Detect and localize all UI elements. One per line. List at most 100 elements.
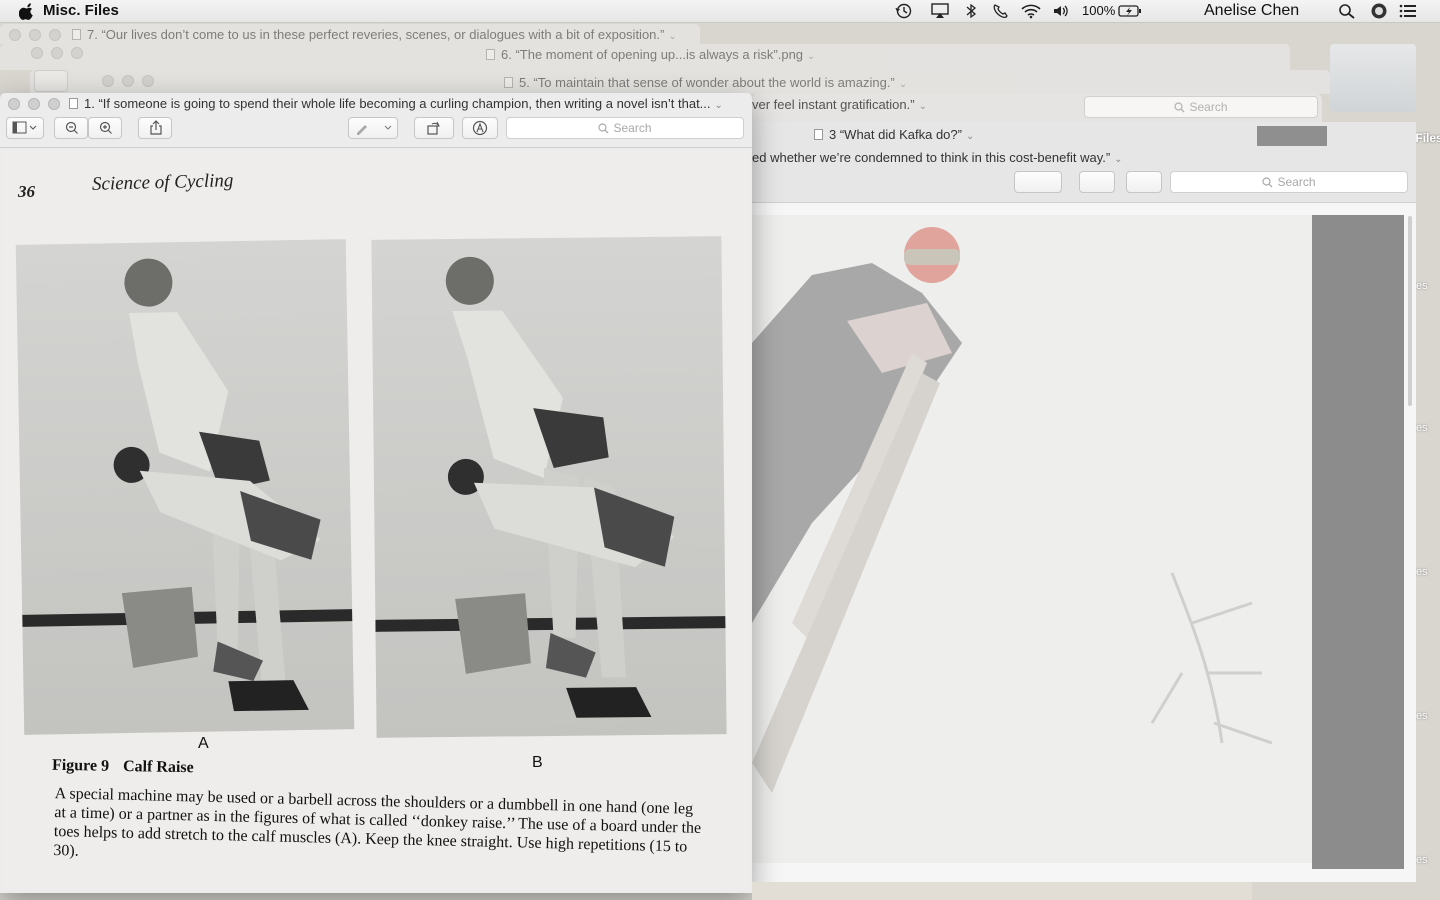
document-canvas — [752, 202, 1416, 882]
pen-icon — [357, 125, 392, 135]
search-field[interactable]: Search — [1170, 171, 1408, 193]
preview-window-6[interactable]: 6. “The moment of opening up...is always… — [0, 44, 1290, 70]
chevron-down-icon[interactable]: ⌄ — [1114, 154, 1122, 165]
zoom-button[interactable] — [142, 75, 154, 87]
document-icon — [69, 98, 78, 109]
search-field[interactable]: Search — [1084, 96, 1318, 118]
ski-jumper-photo — [752, 215, 1404, 869]
sidebar-toggle-button[interactable] — [34, 70, 68, 92]
figure-photo-a — [15, 239, 355, 735]
book-page: 36 Science of Cycling A B Figure 9 Calf … — [4, 150, 748, 890]
battery-charging-icon[interactable] — [1118, 3, 1142, 19]
zoom-out-icon — [65, 121, 78, 134]
spotlight-search-icon[interactable] — [1338, 3, 1356, 19]
figure-caption: Figure 9 Calf Raise — [52, 757, 194, 777]
document-icon — [486, 49, 495, 60]
search-icon — [1262, 177, 1273, 188]
user-name[interactable]: Anelise Chen — [1204, 2, 1299, 20]
volume-icon[interactable] — [1052, 3, 1070, 19]
window-title: 5. “To maintain that sense of wonder abo… — [519, 75, 895, 90]
minimize-button[interactable] — [51, 47, 63, 59]
minimize-button[interactable] — [122, 75, 134, 87]
rotate-icon — [427, 121, 440, 135]
background-window-edge — [752, 882, 1252, 900]
chevron-down-icon[interactable]: ⌄ — [966, 131, 974, 142]
apple-logo-icon[interactable] — [19, 2, 35, 20]
body-paragraph: A special machine may be used or a barbe… — [53, 785, 702, 860]
desktop-label-fragment: es — [1416, 710, 1428, 722]
preview-window-2[interactable]: 3 “What did Kafka do?” ⌄ ed whether we’re… — [752, 122, 1416, 882]
preview-window-4[interactable]: ver feel instant gratification.” ⌄ Search — [752, 94, 1322, 122]
zoom-out-button[interactable] — [54, 117, 88, 139]
markup-pen-button[interactable] — [348, 117, 398, 139]
search-placeholder: Search — [1277, 175, 1316, 189]
desktop-label-fragment: es — [1416, 566, 1428, 578]
markup-pen-button[interactable] — [1014, 171, 1062, 193]
window-title: 6. “The moment of opening up...is always… — [501, 47, 804, 62]
search-placeholder: Search — [613, 121, 652, 135]
wifi-icon[interactable] — [1021, 3, 1041, 19]
figure-title: Calf Raise — [122, 758, 194, 777]
window-title: 7. “Our lives don’t come to us in these … — [87, 27, 665, 42]
window-title: ver feel instant gratification.” — [752, 97, 915, 112]
minimize-button[interactable] — [28, 98, 40, 110]
zoom-button[interactable] — [71, 47, 83, 59]
close-button[interactable] — [9, 29, 21, 41]
desktop-label-fragment: es — [1416, 422, 1428, 434]
phone-icon[interactable] — [991, 3, 1009, 19]
preview-window-5[interactable]: 5. “To maintain that sense of wonder abo… — [30, 70, 1330, 94]
document-icon — [814, 129, 823, 140]
annotate-button[interactable] — [1126, 171, 1162, 193]
bluetooth-icon[interactable] — [962, 3, 980, 19]
desktop-label-fragment: es — [1416, 280, 1428, 292]
rotate-button[interactable] — [414, 117, 454, 139]
app-name[interactable]: Misc. Files — [43, 2, 119, 19]
preview-window-7[interactable]: 7. “Our lives don’t come to us in these … — [0, 24, 700, 44]
markup-toolbar-button[interactable] — [462, 117, 498, 139]
chevron-down-icon[interactable]: ⌄ — [668, 31, 676, 42]
document-icon — [504, 77, 513, 88]
zoom-in-icon — [99, 121, 112, 134]
window-edge — [1257, 126, 1327, 146]
zoom-button[interactable] — [49, 29, 61, 41]
zoom-in-button[interactable] — [88, 117, 122, 139]
zoom-button[interactable] — [48, 98, 60, 110]
sidebar-toggle-button[interactable] — [6, 117, 44, 139]
sidebar-icon — [12, 121, 37, 134]
close-button[interactable] — [8, 98, 20, 110]
search-field[interactable]: Search — [506, 117, 744, 139]
share-icon — [150, 120, 162, 135]
figure-number: Figure 9 — [51, 756, 110, 775]
menu-bar: Misc. Files 100% Anelise Chen — [0, 0, 1440, 23]
document-icon — [72, 29, 81, 40]
scrollbar[interactable] — [1408, 216, 1412, 406]
figure-label-b: B — [532, 754, 543, 771]
search-placeholder: Search — [1189, 100, 1228, 114]
notification-center-icon[interactable] — [1399, 3, 1417, 19]
airplay-icon[interactable] — [931, 3, 949, 19]
search-icon — [1174, 102, 1185, 113]
window-title-2: ed whether we’re condemned to think in t… — [752, 150, 1111, 165]
figure-photo-b — [371, 236, 727, 738]
time-machine-icon[interactable] — [895, 3, 913, 19]
share-button[interactable] — [138, 117, 172, 139]
desktop-label-fragment: es — [1416, 854, 1428, 866]
page-number: 36 — [18, 182, 35, 201]
siri-icon[interactable] — [1370, 3, 1388, 19]
annotate-icon — [472, 120, 488, 136]
chevron-down-icon[interactable]: ⌄ — [899, 79, 907, 90]
close-button[interactable] — [31, 47, 43, 59]
chevron-down-icon[interactable]: ⌄ — [919, 101, 927, 112]
figure-label-a: A — [198, 735, 209, 752]
search-icon — [598, 123, 609, 134]
battery-percentage[interactable]: 100% — [1082, 3, 1115, 18]
window-title-3: 3 “What did Kafka do?” — [829, 127, 962, 142]
close-button[interactable] — [102, 75, 114, 87]
minimize-button[interactable] — [29, 29, 41, 41]
window-title: 1. “If someone is going to spend their w… — [84, 96, 711, 111]
chevron-down-icon[interactable]: ⌄ — [807, 51, 815, 62]
chevron-down-icon[interactable]: ⌄ — [715, 100, 723, 111]
desktop-folder-icon[interactable] — [1330, 44, 1416, 112]
rotate-button[interactable] — [1079, 171, 1115, 193]
running-head: Science of Cycling — [91, 170, 234, 195]
